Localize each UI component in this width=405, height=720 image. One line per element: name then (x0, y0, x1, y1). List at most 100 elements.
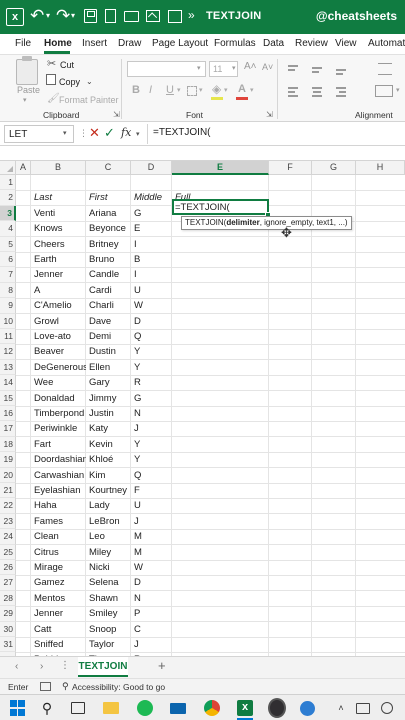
redo-dropdown-icon[interactable]: ▾ (71, 11, 75, 20)
cell-middle[interactable]: Y (131, 452, 172, 467)
save-icon[interactable] (84, 9, 97, 23)
row-header-10[interactable]: 10 (0, 313, 16, 329)
cell-middle[interactable]: G (131, 206, 172, 221)
cell-first[interactable]: Bruno (86, 252, 131, 267)
cell-last[interactable]: Jenner (31, 606, 86, 621)
cell-middle[interactable]: J (131, 637, 172, 652)
cell-last[interactable]: Jenner (31, 267, 86, 282)
cell-middle[interactable]: J (131, 421, 172, 436)
cell-first[interactable]: Demi (86, 329, 131, 344)
formula-bar-resize-icon[interactable]: ⋮ (79, 128, 88, 139)
tooltip-current-argument[interactable]: delimiter (226, 218, 259, 227)
column-header-a[interactable]: A (16, 161, 31, 175)
column-header-g[interactable]: G (312, 161, 356, 175)
cut-button[interactable]: Cut (60, 60, 74, 70)
row-header-20[interactable]: 20 (0, 467, 16, 483)
cell-last[interactable]: Sniffed (31, 637, 86, 652)
cell-last[interactable]: Carwashian (31, 468, 86, 483)
cancel-icon[interactable]: ✕ (89, 125, 100, 141)
quick-access-icon[interactable] (168, 10, 182, 23)
tab-file[interactable]: File (15, 38, 31, 49)
underline-dropdown-icon[interactable]: ▾ (177, 86, 181, 94)
new-file-icon[interactable] (105, 9, 116, 23)
undo-dropdown-icon[interactable]: ▾ (46, 11, 50, 20)
row-header-18[interactable]: 18 (0, 436, 16, 453)
cell-middle[interactable]: Y (131, 344, 172, 359)
row-header-13[interactable]: 13 (0, 359, 16, 376)
cell-last[interactable]: Gamez (31, 575, 86, 590)
row-header-11[interactable]: 11 (0, 329, 16, 345)
cell-last[interactable]: Fames (31, 514, 86, 529)
worksheet-grid[interactable]: A B C D E F G H 1 2 3 Venti Ariana G 4 Knows Beyonce E 5 Ch… (0, 160, 405, 720)
row-header-22[interactable]: 22 (0, 498, 16, 514)
cell-first[interactable]: Lady (86, 498, 131, 513)
column-header-c[interactable]: C (86, 161, 131, 175)
column-header-d[interactable]: D (131, 161, 172, 175)
cell-first[interactable]: Cardi (86, 283, 131, 298)
row-header-1[interactable]: 1 (0, 175, 16, 191)
sheet-tab-textjoin[interactable]: TEXTJOIN (78, 657, 128, 677)
obs-icon[interactable] (268, 699, 286, 717)
row-header-28[interactable]: 28 (0, 590, 16, 607)
row-header-9[interactable]: 9 (0, 298, 16, 314)
macro-recording-icon[interactable] (40, 682, 51, 691)
tab-draw[interactable]: Draw (118, 38, 141, 49)
insert-function-icon[interactable]: fx (121, 126, 131, 139)
cell-last[interactable]: Knows (31, 221, 86, 236)
row-header-16[interactable]: 16 (0, 406, 16, 422)
cell-first[interactable]: Justin (86, 406, 131, 421)
cell-middle[interactable]: W (131, 298, 172, 313)
cell-middle[interactable]: D (131, 314, 172, 329)
cell-first[interactable]: Khloé (86, 452, 131, 467)
cell-last[interactable]: Catt (31, 622, 86, 637)
paste-button[interactable]: Paste (17, 85, 40, 95)
cell-first[interactable]: Katy (86, 421, 131, 436)
header-cell-last[interactable]: Last (31, 190, 86, 205)
cell-first[interactable]: Charli (86, 298, 131, 313)
cell-first[interactable]: Ellen (86, 360, 131, 375)
formula-input[interactable]: =TEXTJOIN( (153, 127, 211, 138)
font-launcher-icon[interactable]: ⇲ (266, 110, 273, 119)
file-name[interactable]: TEXTJOIN (206, 10, 261, 22)
sheet-list-icon[interactable]: ⋮ (60, 660, 70, 671)
more-commands-icon[interactable]: » (188, 8, 195, 22)
cell-last[interactable]: Doordashian (31, 452, 86, 467)
cell-middle[interactable]: C (131, 622, 172, 637)
column-header-f[interactable]: F (269, 161, 312, 175)
row-header-30[interactable]: 30 (0, 621, 16, 637)
insert-picture-icon[interactable] (146, 10, 160, 22)
row-header-26[interactable]: 26 (0, 560, 16, 576)
cell-first[interactable]: Ariana (86, 206, 131, 221)
cell-middle[interactable]: U (131, 498, 172, 513)
row-header-5[interactable]: 5 (0, 236, 16, 252)
cell-first[interactable]: Smiley (86, 606, 131, 621)
italic-button[interactable]: I (149, 84, 152, 96)
previous-sheet-icon[interactable]: ‹ (15, 661, 18, 672)
account-name[interactable]: @cheatsheets (316, 9, 397, 23)
row-header-25[interactable]: 25 (0, 544, 16, 560)
row-header-21[interactable]: 21 (0, 483, 16, 499)
borders-icon[interactable] (187, 86, 197, 96)
cell-first[interactable]: Dave (86, 314, 131, 329)
cell-last[interactable]: Clean (31, 529, 86, 544)
cell-first[interactable]: Taylor (86, 637, 131, 652)
cell-middle[interactable]: D (131, 575, 172, 590)
app-icon[interactable] (298, 699, 316, 717)
cell-last[interactable]: Fart (31, 437, 86, 452)
paste-icon[interactable] (16, 59, 38, 85)
row-header-3[interactable]: 3 (0, 205, 16, 222)
cell-middle[interactable]: U (131, 283, 172, 298)
cell-first[interactable]: Nicki (86, 560, 131, 575)
accessibility-icon[interactable]: ⚲ (62, 681, 69, 692)
align-center-icon[interactable] (312, 87, 322, 89)
cell-last[interactable]: Wee (31, 375, 86, 390)
redo-icon[interactable]: ↷ (56, 6, 70, 26)
add-sheet-icon[interactable]: + (158, 658, 166, 673)
spotify-icon[interactable] (136, 699, 154, 717)
cell-first[interactable]: Snoop (86, 622, 131, 637)
cell-middle[interactable]: I (131, 237, 172, 252)
header-cell-middle[interactable]: Middle (131, 190, 172, 205)
cell-last[interactable]: DeGenerous (31, 360, 86, 375)
cell-last[interactable]: Mirage (31, 560, 86, 575)
active-cell-text[interactable]: =TEXTJOIN( (175, 200, 230, 215)
